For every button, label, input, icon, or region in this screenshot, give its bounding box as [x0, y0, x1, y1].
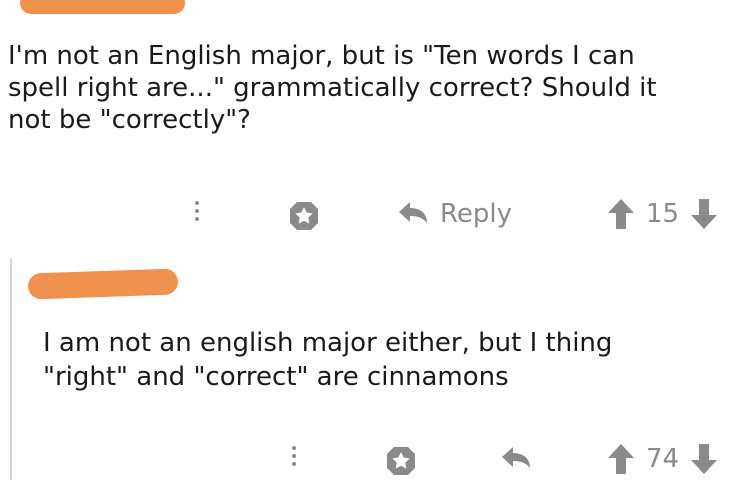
downvote-icon[interactable] — [689, 197, 719, 231]
redacted-username — [27, 268, 179, 300]
comment-body-line: not be "correctly"? — [8, 105, 251, 135]
comment-body-line: I'm not an English major, but is "Ten wo… — [8, 41, 635, 71]
comment-body-line: I am not an english major either, but I … — [43, 328, 613, 358]
vote-controls: 74 — [606, 442, 719, 476]
award-button[interactable] — [287, 199, 321, 233]
vote-score: 74 — [646, 444, 680, 474]
award-icon — [387, 447, 415, 475]
reply-button[interactable] — [499, 442, 533, 476]
downvote-icon[interactable] — [689, 442, 719, 476]
award-icon — [290, 202, 318, 230]
comment-actions: 74 — [0, 440, 756, 480]
more-options-icon[interactable] — [195, 201, 199, 221]
upvote-icon[interactable] — [606, 442, 636, 476]
more-options-icon[interactable] — [292, 446, 296, 466]
reply-label: Reply — [440, 199, 513, 229]
reply-button[interactable]: Reply — [396, 197, 512, 231]
reply-arrow-icon — [399, 202, 427, 223]
award-button[interactable] — [384, 444, 418, 478]
comment-actions: Reply 15 — [0, 195, 756, 235]
comment-body-line: "right" and "correct" are cinnamons — [43, 362, 509, 392]
comment-body-line: spell right are..." grammatically correc… — [8, 73, 657, 103]
vote-controls: 15 — [606, 197, 719, 231]
vote-score: 15 — [646, 199, 680, 229]
reply-arrow-icon — [502, 447, 530, 468]
upvote-icon[interactable] — [606, 197, 636, 231]
redacted-username — [20, 0, 185, 14]
